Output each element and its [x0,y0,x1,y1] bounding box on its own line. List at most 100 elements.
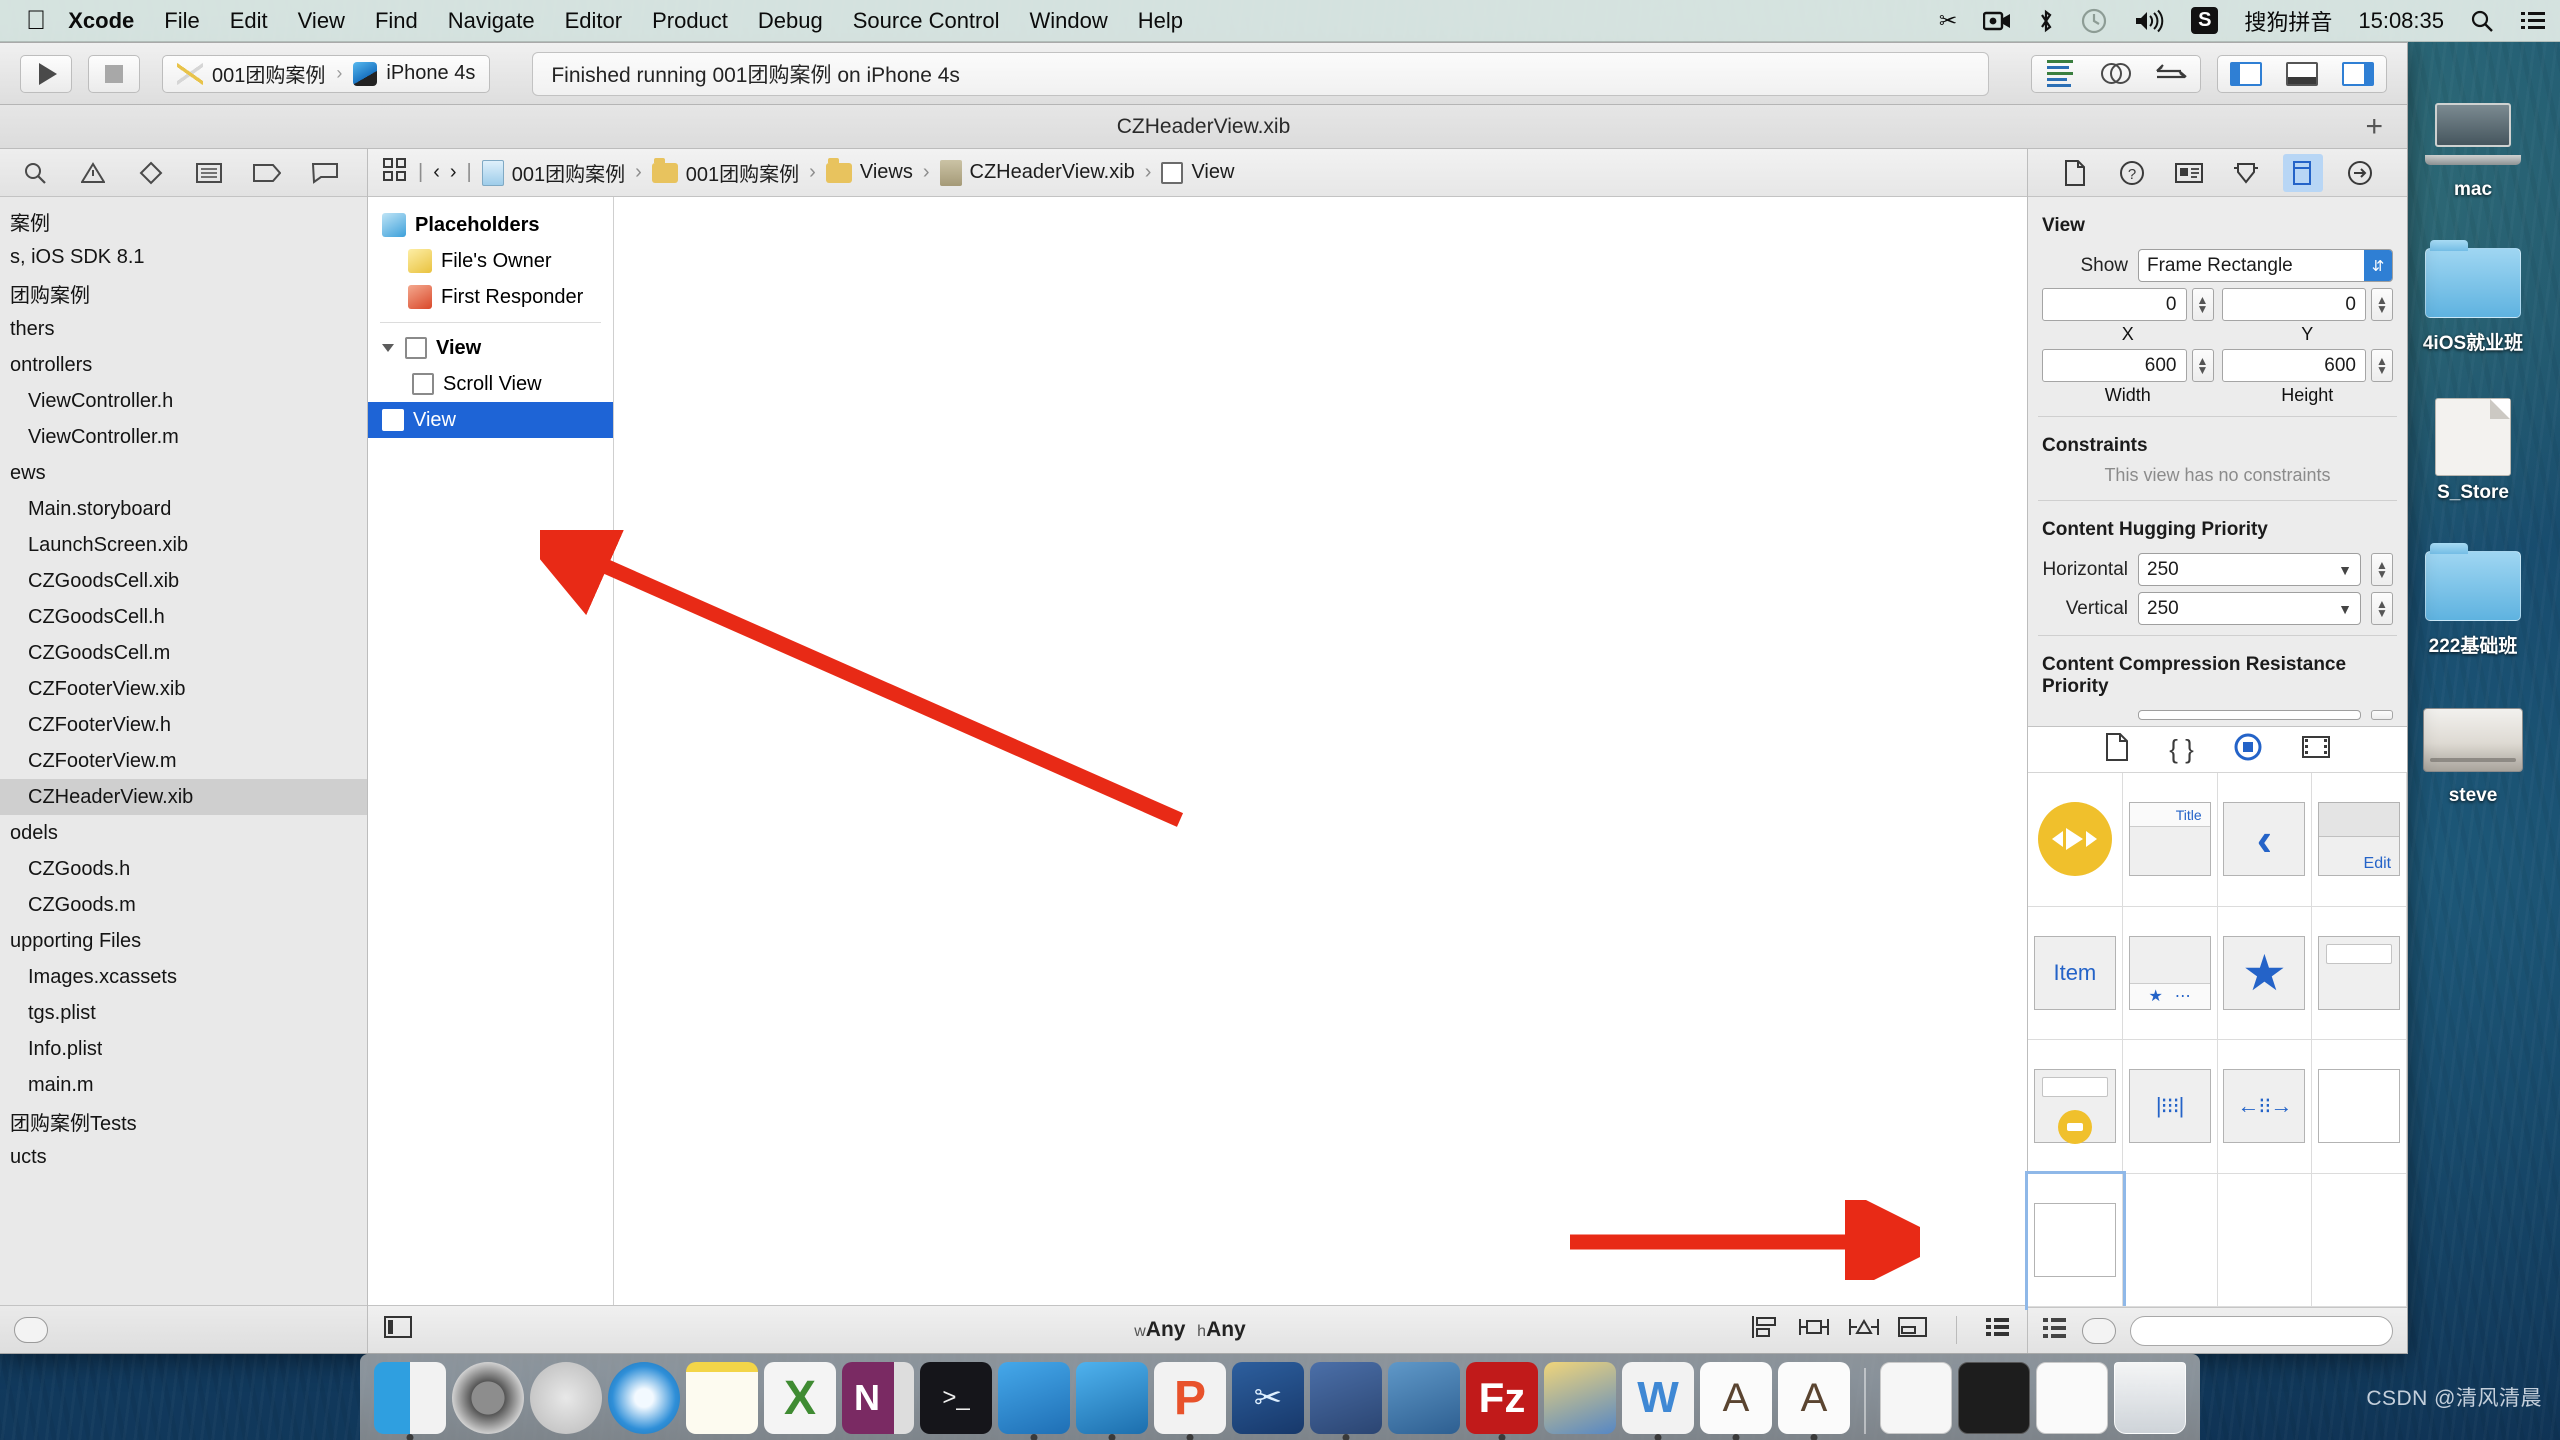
run-button[interactable] [20,54,72,93]
hugging-horizontal-stepper[interactable]: ▲ ▼ [2371,553,2393,586]
y-stepper[interactable]: ▲ ▼ [2371,288,2393,321]
height-stepper[interactable]: ▲ ▼ [2371,349,2393,382]
menubar-clock[interactable]: 15:08:35 [2358,8,2444,34]
project-file-row[interactable]: CZFooterView.h [0,707,367,743]
library-item-horizontal-spacer[interactable]: ←⁝⁝→ [2217,1040,2313,1174]
project-file-row[interactable]: 团购案例Tests [0,1103,367,1139]
library-item-search-bar-scope[interactable] [2028,1040,2123,1174]
library-search-input[interactable] [2130,1315,2393,1346]
utilities-toggle-icon[interactable] [2330,56,2386,92]
compression-select-clipped[interactable] [2138,710,2361,720]
project-file-row[interactable]: Main.storyboard [0,491,367,527]
debug-navigator-icon[interactable] [180,150,238,196]
library-item-navigation-item[interactable]: ‹ [2217,773,2313,907]
width-stepper[interactable]: ▲ ▼ [2191,349,2214,382]
library-item-container-view[interactable] [2025,1170,2126,1310]
menu-item-edit[interactable]: Edit [230,8,268,34]
hugging-vertical-stepper[interactable]: ▲ ▼ [2371,592,2393,625]
onenote-icon[interactable]: N [842,1362,914,1434]
library-filter-icon[interactable] [2082,1317,2116,1344]
php-storm-icon[interactable]: P [1154,1362,1226,1434]
input-method-label[interactable]: 搜狗拼音 [2244,5,2332,37]
input-method-badge[interactable]: S [2191,7,2219,34]
notes-icon[interactable] [686,1362,758,1434]
size-inspector-icon[interactable] [2283,153,2324,192]
word-icon[interactable] [1544,1362,1616,1434]
breadcrumb-item-views[interactable]: Views [825,157,913,184]
project-file-row[interactable]: tgs.plist [0,995,367,1031]
bluetooth-icon[interactable] [2037,9,2055,33]
back-chevron-icon[interactable]: ‹ [433,161,440,184]
recent-display-icon[interactable] [1958,1362,2030,1434]
ios-simulator-icon[interactable] [1076,1362,1148,1434]
recent-doc-icon[interactable] [1880,1362,1952,1434]
outline-row-first-responder[interactable]: First Responder [368,279,613,315]
sketchbook3-icon[interactable]: A [1778,1362,1850,1434]
attributes-inspector-icon[interactable] [2226,154,2266,192]
disclosure-triangle-icon[interactable] [382,344,394,352]
project-file-row[interactable]: Images.xcassets [0,959,367,995]
align-icon[interactable] [1750,1315,1780,1345]
project-file-row[interactable]: 团购案例 [0,275,367,311]
chevron-updown-icon[interactable]: ⇵ [2364,250,2392,281]
outline-row-placeholders[interactable]: Placeholders [368,207,613,243]
desktop-item-mac[interactable]: mac [2398,92,2548,201]
project-file-row[interactable]: ViewController.h [0,383,367,419]
terminal-icon[interactable]: >_ [920,1362,992,1434]
size-class-indicator[interactable]: wAny hAny [630,1318,1750,1342]
menu-item-find[interactable]: Find [375,8,418,34]
navigator-toggle-icon[interactable] [2218,56,2274,92]
menu-item-file[interactable]: File [164,8,199,34]
project-file-row[interactable]: ViewController.m [0,419,367,455]
assistant-editor-icon[interactable] [2088,56,2144,92]
project-file-row[interactable]: odels [0,815,367,851]
trash-icon[interactable] [2114,1362,2186,1434]
library-list-icon[interactable] [2042,1316,2068,1345]
outline-row-scroll-view[interactable]: Scroll View [368,366,613,402]
library-item-view-object[interactable] [2312,1040,2407,1174]
outline-toggle-icon[interactable] [384,1315,412,1345]
file-inspector-icon[interactable] [2055,154,2095,192]
scissors-icon[interactable]: ✂ [1939,8,1957,34]
report-navigator-icon[interactable] [296,150,354,196]
stop-button[interactable] [88,54,140,93]
outline-row-files-owner[interactable]: File's Owner [368,243,613,279]
project-file-row[interactable]: s, iOS SDK 8.1 [0,239,367,275]
add-tab-button[interactable]: + [2365,111,2383,142]
library-item-media-controls[interactable] [2028,773,2123,907]
project-file-row[interactable]: LaunchScreen.xib [0,527,367,563]
desktop-item-steve[interactable]: steve [2398,698,2548,807]
snipaste-icon[interactable]: ✂ [1232,1362,1304,1434]
menu-item-source-control[interactable]: Source Control [853,8,1000,34]
quick-help-icon[interactable]: ? [2112,154,2152,192]
project-file-row[interactable]: thers [0,311,367,347]
project-file-list[interactable]: 案例 s, iOS SDK 8.1 团购案例 thers ontrollers ViewC… [0,197,367,1305]
resizing-behavior-icon[interactable] [1898,1315,1928,1345]
y-input[interactable]: 0 [2221,288,2366,321]
sketchbook-icon[interactable]: W [1622,1362,1694,1434]
test-navigator-icon[interactable] [122,150,180,196]
volume-icon[interactable] [2133,9,2165,33]
width-input[interactable]: 600 [2042,349,2187,382]
excel-icon[interactable]: X [764,1362,836,1434]
project-file-row[interactable]: CZHeaderView.xib [0,779,367,815]
code-snippet-library-icon[interactable]: { } [2169,734,2194,765]
compression-stepper-clipped[interactable] [2371,710,2393,720]
breadcrumb-item-group[interactable]: 001团购案例 [651,157,799,187]
filezilla-icon[interactable] [1388,1362,1460,1434]
project-file-row[interactable]: CZFooterView.xib [0,671,367,707]
scheme-selector[interactable]: 001团购案例 › iPhone 4s [162,54,491,93]
system-preferences-icon[interactable] [452,1362,524,1434]
hugging-horizontal-select[interactable]: 250 ▼ [2138,553,2361,586]
debug-area-toggle-icon[interactable] [2274,56,2330,92]
project-file-row[interactable]: ucts [0,1139,367,1175]
project-file-row[interactable]: CZGoodsCell.m [0,635,367,671]
hugging-vertical-select[interactable]: 250 ▼ [2138,592,2361,625]
project-file-row[interactable]: CZGoods.h [0,851,367,887]
project-file-row[interactable]: CZFooterView.m [0,743,367,779]
breadcrumb-item-file[interactable]: CZHeaderView.xib [939,159,1135,186]
library-item-tab-bar-item[interactable]: ★ [2217,906,2313,1040]
project-file-row[interactable]: 案例 [0,203,367,239]
breadcrumb-item-project[interactable]: 001团购案例 [481,158,625,187]
library-item-navigation-bar[interactable]: Title [2122,773,2218,907]
